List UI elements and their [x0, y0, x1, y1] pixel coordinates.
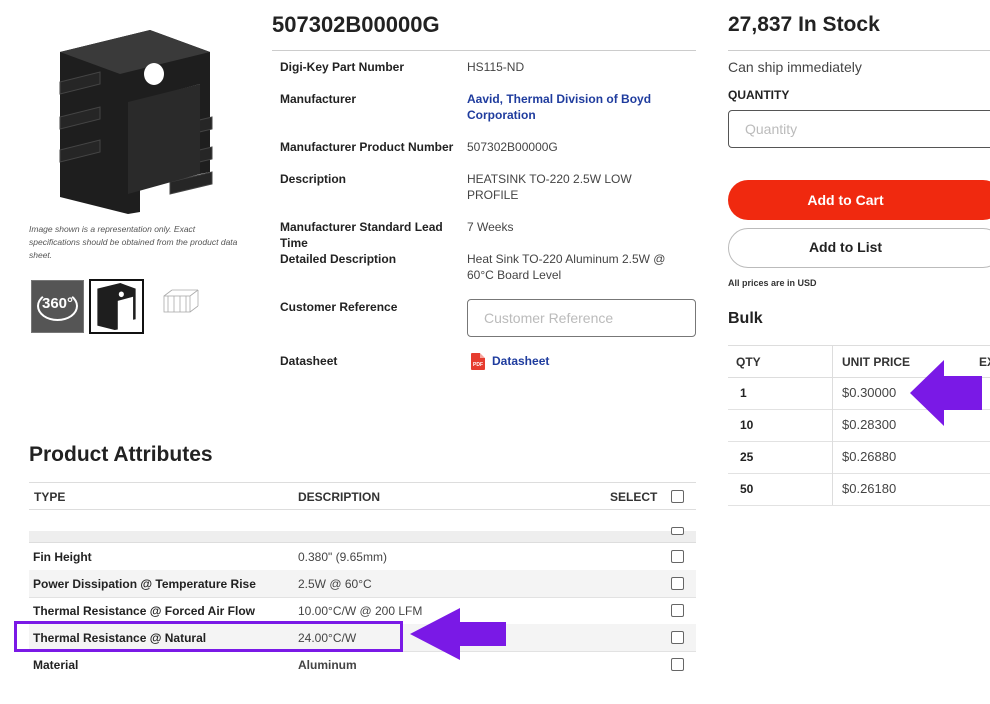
currency-note: All prices are in USD	[728, 278, 817, 288]
quantity-label: QUANTITY	[728, 88, 790, 102]
attribute-description: 2.5W @ 60°C	[298, 577, 372, 591]
price-break-qty: 1	[740, 386, 747, 400]
row-checkbox[interactable]	[671, 658, 684, 671]
detail-label: Detailed Description	[280, 252, 397, 266]
attribute-description: 0.380" (9.65mm)	[298, 550, 387, 564]
column-header-type: TYPE	[34, 490, 66, 504]
divider	[272, 50, 696, 51]
digikey-part-number: HS115-ND	[467, 60, 525, 74]
manufacturer-link[interactable]: Aavid, Thermal Division of Boyd Corporat…	[467, 91, 677, 123]
divider	[728, 50, 990, 51]
column-header-qty: QTY	[736, 355, 761, 369]
quantity-input[interactable]	[728, 110, 990, 148]
attributes-heading: Product Attributes	[29, 443, 213, 466]
price-break-qty: 10	[740, 418, 754, 432]
price-row: 50 $0.26180	[728, 473, 990, 506]
ship-status: Can ship immediately	[728, 59, 862, 75]
detail-label: Description	[280, 172, 347, 186]
table-row: Power Dissipation @ Temperature Rise 2.5…	[29, 570, 696, 598]
column-divider	[832, 345, 833, 505]
price-row: 25 $0.26880	[728, 441, 990, 474]
unit-price: $0.28300	[842, 417, 897, 432]
price-break-qty: 50	[740, 482, 754, 496]
annotation-arrow-left-icon	[910, 360, 982, 426]
thumbnail-360-label: 360°	[42, 295, 74, 312]
image-disclaimer: Image shown is a representation only. Ex…	[29, 224, 238, 260]
lead-time-value: 7 Weeks	[467, 220, 514, 234]
thumbnail-photo[interactable]	[89, 279, 144, 334]
row-checkbox[interactable]	[671, 550, 684, 563]
thumbnail-360-view[interactable]: 360°	[31, 280, 84, 333]
row-checkbox[interactable]	[671, 631, 684, 644]
attribute-type: Power Dissipation @ Temperature Rise	[33, 577, 256, 591]
packaging-label: Bulk	[728, 310, 763, 327]
add-to-list-button[interactable]: Add to List	[728, 228, 990, 268]
row-checkbox[interactable]	[671, 577, 684, 590]
annotation-highlight-box	[14, 621, 403, 652]
product-image-heatsink[interactable]	[40, 22, 230, 222]
unit-price: $0.26880	[842, 449, 897, 464]
column-header-unit-price: UNIT PRICE	[842, 355, 911, 369]
table-row: Fin Height 0.380" (9.65mm)	[29, 543, 696, 571]
attributes-table-header: TYPE DESCRIPTION SELECT	[29, 482, 696, 510]
detail-label: Digi-Key Part Number	[280, 60, 405, 74]
detail-label: Manufacturer Product Number	[280, 140, 454, 154]
detail-label: Datasheet	[280, 354, 338, 368]
annotation-arrow-left-icon	[410, 608, 506, 660]
customer-reference-input[interactable]	[467, 299, 696, 337]
table-row: Material Aluminum	[29, 651, 696, 678]
attribute-description: 10.00°C/W @ 200 LFM	[298, 604, 423, 618]
table-row-partial	[29, 527, 696, 543]
detailed-description-value: Heat Sink TO-220 Aluminum 2.5W @ 60°C Bo…	[467, 252, 666, 282]
add-to-cart-button[interactable]: Add to Cart	[728, 180, 990, 220]
row-checkbox[interactable]	[671, 527, 684, 535]
attribute-type: Material	[33, 658, 79, 672]
detail-label: Manufacturer	[280, 92, 357, 106]
mfr-product-number: 507302B00000G	[467, 140, 558, 154]
technical-drawing-icon	[163, 289, 199, 313]
pdf-icon	[471, 353, 485, 370]
heatsink-thumbnail-image	[97, 283, 136, 330]
attribute-type: Fin Height	[33, 550, 92, 564]
price-break-qty: 25	[740, 450, 754, 464]
unit-price: $0.26180	[842, 481, 897, 496]
attribute-description-link[interactable]: Aluminum	[298, 658, 357, 672]
detail-label: Manufacturer Standard Lead Time	[280, 220, 443, 250]
column-header-select: SELECT	[610, 490, 658, 504]
thumbnail-drawing[interactable]	[150, 280, 203, 333]
detail-label: Customer Reference	[280, 300, 398, 314]
datasheet-link[interactable]: Datasheet	[492, 353, 702, 369]
page-title: 507302B00000G	[272, 12, 440, 37]
unit-price: $0.30000	[842, 385, 897, 400]
stock-quantity: 27,837 In Stock	[728, 13, 880, 36]
column-header-description: DESCRIPTION	[298, 490, 381, 504]
attribute-type: Thermal Resistance @ Forced Air Flow	[33, 604, 255, 618]
select-all-checkbox[interactable]	[671, 490, 684, 503]
row-checkbox[interactable]	[671, 604, 684, 617]
description-value: HEATSINK TO-220 2.5W LOW PROFILE	[467, 172, 632, 202]
